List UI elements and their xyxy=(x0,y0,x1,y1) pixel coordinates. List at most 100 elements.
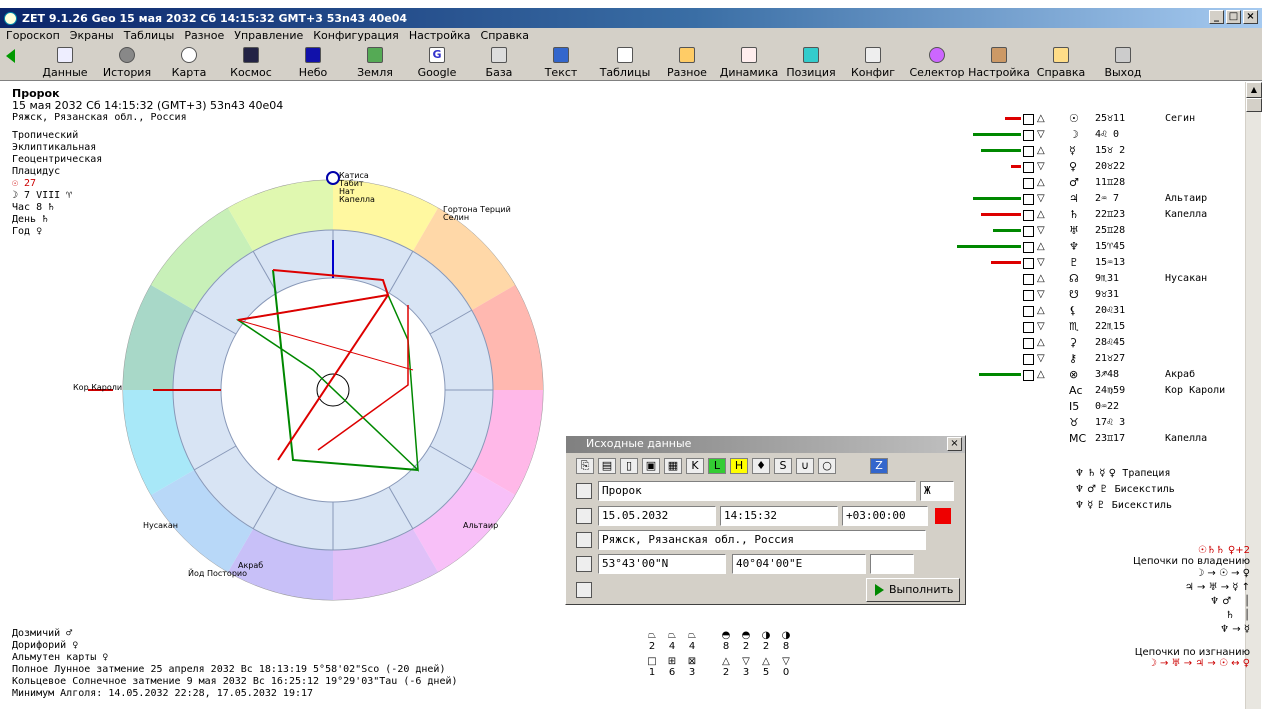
exit-icon xyxy=(1115,47,1131,63)
toolbar-misc[interactable]: Разное xyxy=(656,45,718,79)
maximize-button[interactable]: □ xyxy=(1226,10,1241,24)
toolbar-data[interactable]: Данные xyxy=(34,45,96,79)
planet-row[interactable]: △ ♄ 22♊23 Капелла xyxy=(965,208,1245,224)
paste-icon[interactable]: ▤ xyxy=(598,458,616,474)
toolbar-tables[interactable]: Таблицы xyxy=(594,45,656,79)
planet-glyph: ☿ xyxy=(1069,144,1076,157)
strength-bar xyxy=(1005,117,1021,120)
planet-row[interactable]: Ас 24♍59 Кор Кароли xyxy=(965,384,1245,400)
place-field[interactable]: Ряжск, Рязанская обл., Россия xyxy=(598,530,926,550)
planet-row[interactable]: ▽ ⚷ 21♉27 xyxy=(965,352,1245,368)
back-arrow-icon[interactable] xyxy=(6,49,15,63)
calendar-icon[interactable]: ▦ xyxy=(664,458,682,474)
sky-icon xyxy=(305,47,321,63)
planet-row[interactable]: △ ⚸ 20♌31 xyxy=(965,304,1245,320)
planet-glyph: ⊗ xyxy=(1069,368,1079,381)
h-icon[interactable]: H xyxy=(730,458,748,474)
sex-select[interactable]: Ж xyxy=(920,481,954,501)
book-icon[interactable]: ♦ xyxy=(752,458,770,474)
menu-help[interactable]: Справка xyxy=(481,28,529,43)
planet-row[interactable]: ▽ ☽ 4♌ 0 xyxy=(965,128,1245,144)
planet-row[interactable]: ▽ ☋ 9♉31 xyxy=(965,288,1245,304)
triangle-icon: △ xyxy=(1037,145,1045,156)
toolbar-google[interactable]: G Google xyxy=(406,45,468,79)
menu-control[interactable]: Управление xyxy=(234,28,303,43)
toolbar-help[interactable]: Справка xyxy=(1030,45,1092,79)
coord-type: Эклиптикальная xyxy=(12,142,97,153)
name-field[interactable]: Пророк xyxy=(598,481,916,501)
element-counts: ⏢ ⏢ ⏢ ◓ ◓ ◑ ◑ 2448228 □ ⊞ ⊠ △ ▽ △ ▽ 1632350 xyxy=(647,630,791,678)
menu-screens[interactable]: Экраны xyxy=(70,28,114,43)
toolbar-cosmos[interactable]: Космос xyxy=(220,45,282,79)
z-icon[interactable]: Z xyxy=(870,458,888,474)
longitude-field[interactable]: 40°04'00"E xyxy=(732,554,866,574)
minimize-button[interactable]: _ xyxy=(1209,10,1224,24)
planet-row[interactable]: △ ♆ 15♈45 xyxy=(957,240,1245,256)
toolbar-base[interactable]: База xyxy=(468,45,530,79)
scroll-up-button[interactable]: ▲ xyxy=(1246,82,1262,98)
menu-tables[interactable]: Таблицы xyxy=(124,28,175,43)
toolbar-text[interactable]: Текст xyxy=(530,45,592,79)
toolbar-sky[interactable]: Небо xyxy=(282,45,344,79)
house-grid-icon xyxy=(1023,290,1034,301)
natal-chart-wheel[interactable]: Катиса Табит Нат Капелла Гортона Терций … xyxy=(60,170,570,610)
save-icon[interactable]: ▣ xyxy=(642,458,660,474)
new-icon[interactable]: ▯ xyxy=(620,458,638,474)
toolbar-exit[interactable]: Выход xyxy=(1092,45,1154,79)
table-icon xyxy=(57,47,73,63)
planet-row[interactable]: △ ⊗ 3♐48 Акраб xyxy=(965,368,1245,384)
planet-row[interactable]: △ ☿ 15♉ 2 xyxy=(965,144,1245,160)
planet-row[interactable]: ▽ ♅ 25♊28 xyxy=(965,224,1245,240)
planet-row[interactable]: ▽ ♇ 15♒13 xyxy=(965,256,1245,272)
dialog-close-button[interactable]: × xyxy=(947,437,962,451)
planet-row[interactable]: △ ♂ 11♊28 xyxy=(965,176,1245,192)
menu-config[interactable]: Конфигурация xyxy=(313,28,399,43)
time-field[interactable]: 14:15:32 xyxy=(720,506,838,526)
planet-row[interactable]: I5 0♒22 xyxy=(965,400,1245,416)
toolbar-selector[interactable]: Селектор xyxy=(906,45,968,79)
dialog-toolbar: ⎘ ▤ ▯ ▣ ▦ K L H ♦ S ∪ ○ Z xyxy=(576,458,888,474)
app-icon xyxy=(4,11,17,25)
planet-glyph: ♉ xyxy=(1069,416,1079,429)
toolbar-position[interactable]: Позиция xyxy=(780,45,842,79)
toolbar-history[interactable]: История xyxy=(96,45,158,79)
altitude-field[interactable] xyxy=(870,554,914,574)
planet-row[interactable]: △ ☊ 9♏31 Нусакан xyxy=(965,272,1245,288)
toolbar-dynamics[interactable]: Динамика xyxy=(718,45,780,79)
date-field-icon xyxy=(576,508,592,524)
globe-icon[interactable] xyxy=(576,582,592,598)
circle-icon[interactable]: ○ xyxy=(818,458,836,474)
chains-ownership-title: Цепочки по владению xyxy=(1133,556,1250,567)
house-grid-icon xyxy=(1023,178,1034,189)
timezone-field[interactable]: +03:00:00 xyxy=(842,506,928,526)
timezone-color-button[interactable] xyxy=(935,508,951,524)
planet-row[interactable]: ♉ 17♌ 3 xyxy=(965,416,1245,432)
menu-horoscope[interactable]: Гороскоп xyxy=(6,28,60,43)
house-grid-icon xyxy=(1023,210,1034,221)
latitude-field[interactable]: 53°43'00"N xyxy=(598,554,726,574)
run-button[interactable]: Выполнить xyxy=(866,578,960,602)
planet-row[interactable]: ▽ ♀ 20♉22 xyxy=(965,160,1245,176)
triangle-icon: ▽ xyxy=(1037,353,1045,364)
close-button[interactable]: × xyxy=(1243,10,1258,24)
scroll-thumb[interactable] xyxy=(1246,98,1262,112)
planet-row[interactable]: △ ☉ 25♉11 Сегин xyxy=(965,112,1245,128)
toolbar-config[interactable]: Конфиг xyxy=(842,45,904,79)
menu-settings[interactable]: Настройка xyxy=(409,28,471,43)
zodiac-type: Тропический xyxy=(12,130,79,141)
date-field[interactable]: 15.05.2032 xyxy=(598,506,716,526)
copy-icon[interactable]: ⎘ xyxy=(576,458,594,474)
u-icon[interactable]: ∪ xyxy=(796,458,814,474)
s-icon[interactable]: S xyxy=(774,458,792,474)
planet-row[interactable]: ▽ ♏ 22♏15 xyxy=(965,320,1245,336)
l-icon[interactable]: L xyxy=(708,458,726,474)
text-icon xyxy=(553,47,569,63)
toolbar-earth[interactable]: Земля xyxy=(344,45,406,79)
planet-row[interactable]: ▽ ♃ 2♒ 7 Альтаир xyxy=(965,192,1245,208)
k-icon[interactable]: K xyxy=(686,458,704,474)
planet-row[interactable]: △ ⚳ 28♌45 xyxy=(965,336,1245,352)
menu-misc[interactable]: Разное xyxy=(184,28,224,43)
planet-row[interactable]: МС 23♊17 Капелла xyxy=(965,432,1245,448)
toolbar-chart[interactable]: Карта xyxy=(158,45,220,79)
toolbar-settings[interactable]: Настройка xyxy=(968,45,1030,79)
